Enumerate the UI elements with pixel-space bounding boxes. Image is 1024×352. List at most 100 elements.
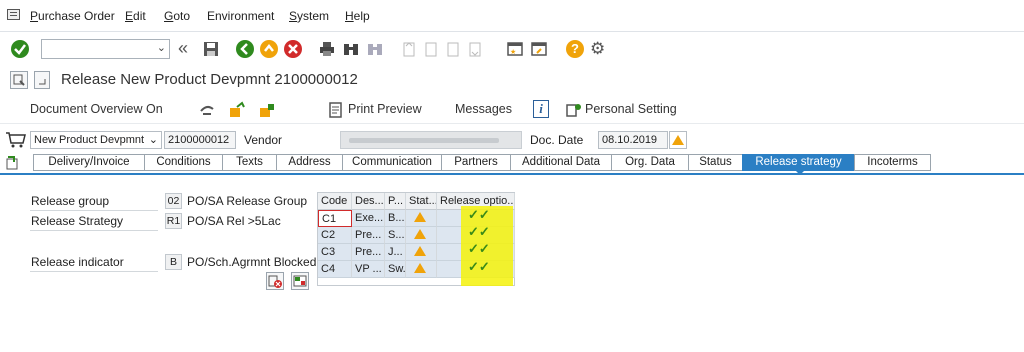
column-header[interactable]: Des... (352, 193, 385, 210)
release-check-icon[interactable]: ✓✓ (468, 207, 490, 223)
document-overview-button[interactable]: Document Overview On (30, 102, 163, 116)
find-icon[interactable] (342, 40, 360, 58)
po-number-field[interactable]: 2100000012 (164, 131, 236, 149)
first-page-icon[interactable] (400, 40, 418, 58)
back-icon[interactable] (236, 40, 254, 58)
menu-label: Environment (207, 9, 275, 23)
application-toolbar: Document Overview On Print Preview Messa… (0, 94, 1024, 124)
vendor-field-blurred[interactable] (340, 131, 522, 149)
table-cell-desc: VP ... (352, 261, 385, 278)
create-session-icon[interactable]: ★ (506, 40, 524, 58)
table-cell-code[interactable]: C1 (318, 210, 352, 227)
menu-mnemonic: E (125, 9, 134, 23)
last-page-icon[interactable] (466, 40, 484, 58)
chevron-down-icon[interactable]: ⌄ (149, 132, 158, 148)
tab-conditions[interactable]: Conditions (144, 154, 222, 171)
menu-goto[interactable]: Goto (164, 9, 190, 23)
tab-release-strategy[interactable]: Release strategy (742, 154, 854, 171)
menu-environment[interactable]: Environment (207, 9, 274, 23)
table-cell-p: B... (385, 210, 406, 227)
rewind-icon[interactable]: « (178, 39, 196, 58)
release-indicator-code[interactable]: B (165, 254, 182, 270)
blurred-text (349, 138, 499, 143)
command-input[interactable] (42, 40, 152, 58)
save-icon[interactable] (202, 40, 220, 58)
cart-icon[interactable] (5, 131, 27, 149)
table-cell-desc: Pre... (352, 227, 385, 244)
info-icon[interactable]: i (533, 100, 549, 118)
other-document-icon[interactable] (34, 71, 50, 89)
status-yellow-icon (414, 229, 426, 239)
status-yellow-icon (414, 212, 426, 222)
table-cell-desc: Pre... (352, 244, 385, 261)
personal-setting-button[interactable]: Personal Setting (585, 102, 677, 116)
warning-icon[interactable] (669, 131, 687, 149)
cancel-release-small-icon[interactable] (266, 272, 284, 290)
release-check-icon[interactable]: ✓✓ (468, 259, 490, 275)
menu-mnemonic: S (289, 9, 298, 23)
column-header[interactable]: Stat... (406, 193, 437, 210)
svg-text:★: ★ (510, 48, 516, 56)
chevron-down-icon[interactable]: ⌄ (157, 41, 166, 54)
column-header[interactable]: Code (318, 193, 352, 210)
column-header[interactable]: P... (385, 193, 406, 210)
hold-icon[interactable] (198, 101, 216, 119)
table-cell-code[interactable]: C2 (318, 227, 352, 244)
doc-date-field[interactable]: 08.10.2019 (598, 131, 668, 149)
shortcut-icon[interactable] (530, 40, 548, 58)
menu-label: ystem (297, 9, 330, 23)
release-check-icon[interactable]: ✓✓ (468, 224, 490, 240)
tab-delivery-invoice[interactable]: Delivery/Invoice (33, 154, 144, 171)
tab-communication[interactable]: Communication (342, 154, 441, 171)
table-cell-desc: Exe... (352, 210, 385, 227)
menu-system[interactable]: System (289, 9, 329, 23)
menu-edit[interactable]: Edit (125, 9, 146, 23)
tab-status[interactable]: Status (688, 154, 742, 171)
menu-label: urchase Order (38, 9, 115, 23)
tab-incoterms[interactable]: Incoterms (854, 154, 931, 171)
release-indicator-label: Release indicator (31, 255, 124, 269)
gear-icon[interactable]: ⚙ (590, 40, 608, 58)
menu-mnemonic: H (345, 9, 354, 23)
table-cell-p: J... (385, 244, 406, 261)
table-cell-code[interactable]: C3 (318, 244, 352, 261)
release-icon[interactable] (228, 101, 246, 119)
exit-icon[interactable] (260, 40, 278, 58)
tab-partners[interactable]: Partners (441, 154, 510, 171)
cancel-release-icon[interactable] (258, 101, 276, 119)
display-change-icon[interactable] (10, 71, 28, 89)
tab-address[interactable]: Address (276, 154, 342, 171)
doc-type-select[interactable]: New Product Devpmnt ⌄ (30, 131, 162, 149)
release-strategy-desc: PO/SA Rel >5Lac (187, 214, 281, 228)
help-icon[interactable]: ? (566, 40, 584, 58)
release-check-icon[interactable]: ✓✓ (468, 241, 490, 257)
print-preview-button[interactable]: Print Preview (348, 102, 422, 116)
menu-purchase-order[interactable]: Purchase Order (30, 9, 115, 23)
personal-setting-icon[interactable] (565, 101, 583, 119)
checkmark-icon[interactable] (11, 40, 29, 58)
messages-button[interactable]: Messages (455, 102, 512, 116)
print-icon[interactable] (318, 40, 336, 58)
command-field[interactable]: ⌄ (41, 39, 170, 59)
release-group-code[interactable]: 02 (165, 193, 182, 209)
menu-help[interactable]: Help (345, 9, 370, 23)
tab-texts[interactable]: Texts (222, 154, 276, 171)
menu-mnemonic: P (30, 9, 39, 23)
menu-bar: Purchase Order Edit Goto Environment Sys… (0, 0, 1024, 32)
table-cell-code[interactable]: C4 (318, 261, 352, 278)
status-yellow-icon (414, 246, 426, 256)
previous-page-icon[interactable] (422, 40, 440, 58)
cancel-icon[interactable] (284, 40, 302, 58)
table-cell-p: Sw... (385, 261, 406, 278)
tab-additional-data[interactable]: Additional Data (510, 154, 611, 171)
next-page-icon[interactable] (444, 40, 462, 58)
menu-label: dit (133, 9, 146, 23)
print-preview-icon[interactable] (328, 101, 344, 119)
system-menu-icon[interactable] (7, 9, 20, 20)
header-expand-icon[interactable] (5, 154, 21, 170)
find-next-icon[interactable] (366, 40, 384, 58)
label-underline (30, 271, 158, 272)
tab-org-data[interactable]: Org. Data (611, 154, 688, 171)
release-strategy-code[interactable]: R1 (165, 213, 182, 229)
release-prerequisite-icon[interactable] (291, 272, 309, 290)
